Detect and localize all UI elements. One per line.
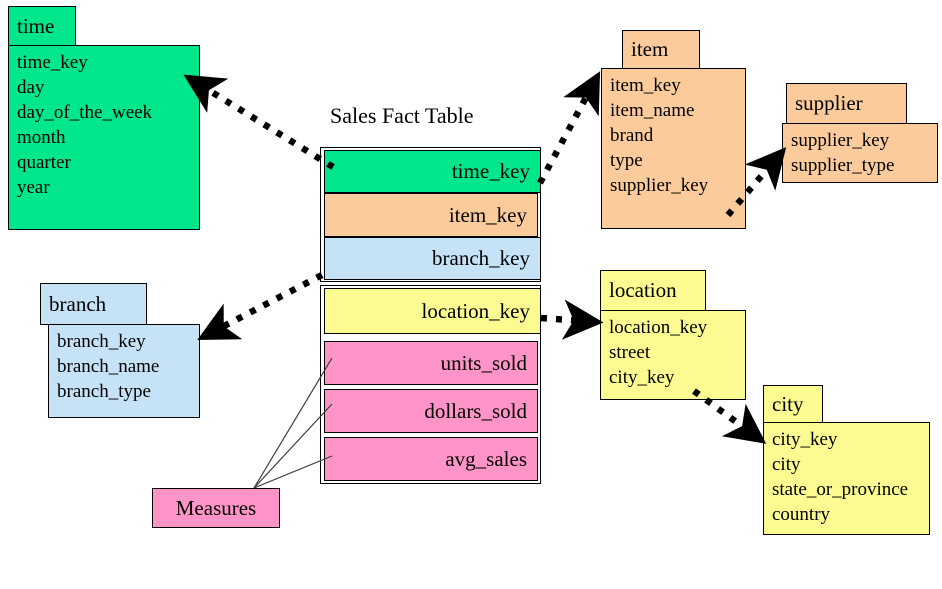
fact-row-location-key: location_key (324, 288, 541, 334)
fact-row-dollars-sold: dollars_sold (324, 389, 538, 433)
field-city-2: state_or_province (772, 479, 909, 500)
field-city-1: city (772, 454, 801, 475)
fact-row-branch-key: branch_key (324, 237, 541, 280)
dimension-title-time: time (17, 13, 55, 38)
field-location-2: city_key (609, 367, 675, 388)
field-branch-0: branch_key (57, 331, 146, 352)
field-location-1: street (609, 342, 651, 363)
field-city-3: country (772, 504, 831, 525)
field-time-5: year (17, 177, 50, 198)
dimension-title-supplier: supplier (795, 91, 863, 115)
fact-row-label-units-sold: units_sold (440, 350, 527, 375)
dimension-body-item: item_key item_name brand type supplier_k… (601, 68, 746, 229)
fact-table-title: Sales Fact Table (330, 103, 474, 128)
field-branch-2: branch_type (57, 381, 151, 402)
fact-row-item-key: item_key (324, 193, 538, 237)
field-item-2: brand (610, 125, 654, 146)
dimension-body-branch: branch_key branch_name branch_type (48, 324, 200, 418)
fact-row-label-dollars-sold: dollars_sold (424, 398, 527, 423)
field-supplier-0: supplier_key (791, 130, 890, 151)
field-branch-1: branch_name (57, 356, 160, 377)
arrow-fact-to-item (537, 71, 601, 185)
field-item-3: type (610, 150, 643, 171)
fact-row-label-avg-sales: avg_sales (445, 446, 527, 471)
field-item-1: item_name (610, 100, 695, 121)
field-time-3: month (17, 127, 66, 148)
dimension-body-city: city_key city state_or_province country (763, 422, 930, 535)
field-item-0: item_key (610, 75, 681, 96)
arrow-fact-to-location (540, 299, 604, 340)
fact-row-units-sold: units_sold (324, 341, 538, 385)
field-supplier-1: supplier_type (791, 155, 895, 176)
star-schema-diagram: time time_key day day_of_the_week month … (0, 0, 942, 589)
dimension-title-branch: branch (49, 291, 107, 316)
dimension-body-supplier: supplier_key supplier_type (782, 123, 938, 183)
dimension-body-location: location_key street city_key (600, 310, 746, 400)
arrow-fact-to-branch (197, 272, 324, 341)
dimension-title-city: city (772, 391, 804, 416)
field-time-1: day (17, 77, 45, 98)
field-location-0: location_key (609, 317, 708, 338)
dimension-header-item: item (622, 30, 700, 69)
dimension-header-branch: branch (40, 283, 147, 325)
measures-callout: Measures (152, 488, 280, 528)
fact-row-label-time-key: time_key (451, 159, 530, 183)
field-time-0: time_key (17, 52, 88, 73)
dimension-header-location: location (600, 270, 706, 311)
fact-row-label-location-key: location_key (421, 298, 530, 323)
dimension-title-location: location (609, 278, 677, 302)
field-city-0: city_key (772, 429, 838, 450)
fact-row-label-branch-key: branch_key (432, 246, 530, 270)
arrow-fact-to-time (183, 74, 335, 170)
fact-row-time-key: time_key (324, 150, 541, 193)
measures-label: Measures (175, 495, 257, 520)
dimension-body-time: time_key day day_of_the_week month quart… (8, 45, 200, 230)
field-item-4: supplier_key (610, 175, 709, 196)
field-time-2: day_of_the_week (17, 102, 153, 123)
dimension-header-time: time (8, 6, 76, 46)
field-time-4: quarter (17, 152, 71, 173)
fact-row-label-item-key: item_key (448, 202, 527, 227)
dimension-header-supplier: supplier (786, 83, 907, 124)
dimension-title-item: item (631, 37, 669, 61)
dimension-header-city: city (763, 385, 823, 423)
fact-row-avg-sales: avg_sales (324, 437, 538, 481)
